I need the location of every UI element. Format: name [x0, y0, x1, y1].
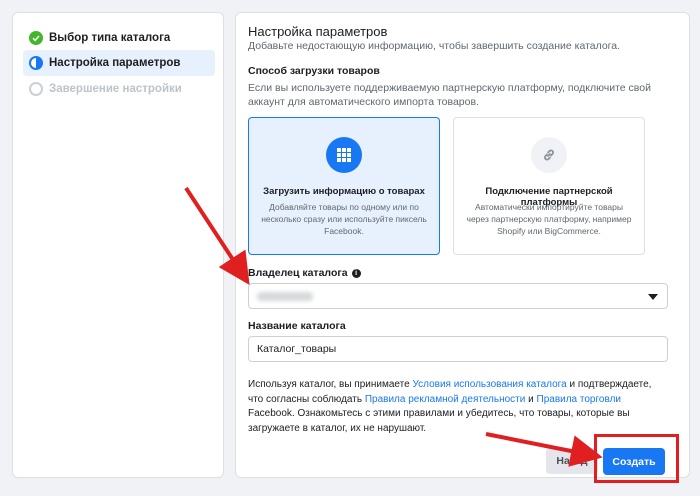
- upload-method-title: Способ загрузки товаров: [248, 65, 380, 77]
- page-title: Настройка параметров: [248, 24, 388, 39]
- catalog-name-input[interactable]: [248, 336, 668, 362]
- link-icon: [531, 137, 567, 173]
- terms-part: Используя каталог, вы принимаете: [248, 379, 413, 390]
- upload-method-description: Если вы используете поддерживаемую партн…: [248, 82, 651, 108]
- card-description: Автоматически импортируйте товары через …: [466, 202, 632, 236]
- partner-platform-card[interactable]: Подключение партнерской платформы Автома…: [453, 117, 645, 255]
- step-label: Завершение настройки: [49, 83, 182, 95]
- step-catalog-type[interactable]: Выбор типа каталога: [23, 25, 215, 51]
- terms-part: и: [525, 393, 537, 405]
- terms-part: Facebook. Ознакомьтесь с этими правилами…: [248, 408, 630, 434]
- commerce-policies-link[interactable]: Правила торговли: [537, 394, 621, 405]
- blurred-owner-value: [257, 292, 313, 301]
- catalog-terms-link[interactable]: Условия использования каталога: [412, 379, 566, 390]
- back-button[interactable]: Назад: [546, 448, 598, 474]
- grid-icon: [326, 137, 362, 173]
- caret-down-icon: [648, 294, 658, 300]
- upload-products-card[interactable]: Загрузить информацию о товарах Добавляйт…: [248, 117, 440, 255]
- step-label: Настройка параметров: [49, 57, 181, 69]
- card-description: Добавляйте товары по одному или по неско…: [261, 202, 427, 236]
- info-icon[interactable]: i: [351, 268, 361, 278]
- page-subtitle: Добавьте недостающую информацию, чтобы з…: [248, 40, 621, 52]
- catalog-owner-select[interactable]: [248, 283, 668, 309]
- card-title: Загрузить информацию о товарах: [263, 186, 425, 197]
- catalog-owner-label-text: Владелец каталога: [248, 267, 348, 279]
- settings-panel: Настройка параметров Добавьте недостающу…: [235, 12, 690, 478]
- progress-half-icon: [29, 56, 43, 70]
- step-label: Выбор типа каталога: [49, 32, 171, 44]
- create-button[interactable]: Создать: [603, 448, 665, 475]
- steps-sidebar: Выбор типа каталога Настройка параметров…: [12, 12, 224, 478]
- catalog-owner-label: Владелец каталога i: [248, 267, 361, 279]
- step-finish[interactable]: Завершение настройки: [23, 76, 215, 102]
- step-settings[interactable]: Настройка параметров: [23, 50, 215, 76]
- catalog-name-label: Название каталога: [248, 320, 346, 332]
- empty-circle-icon: [29, 82, 43, 96]
- terms-text: Используя каталог, вы принимаете Условия…: [248, 378, 668, 436]
- ad-policies-link[interactable]: Правила рекламной деятельности: [365, 394, 526, 405]
- check-circle-icon: [29, 31, 43, 45]
